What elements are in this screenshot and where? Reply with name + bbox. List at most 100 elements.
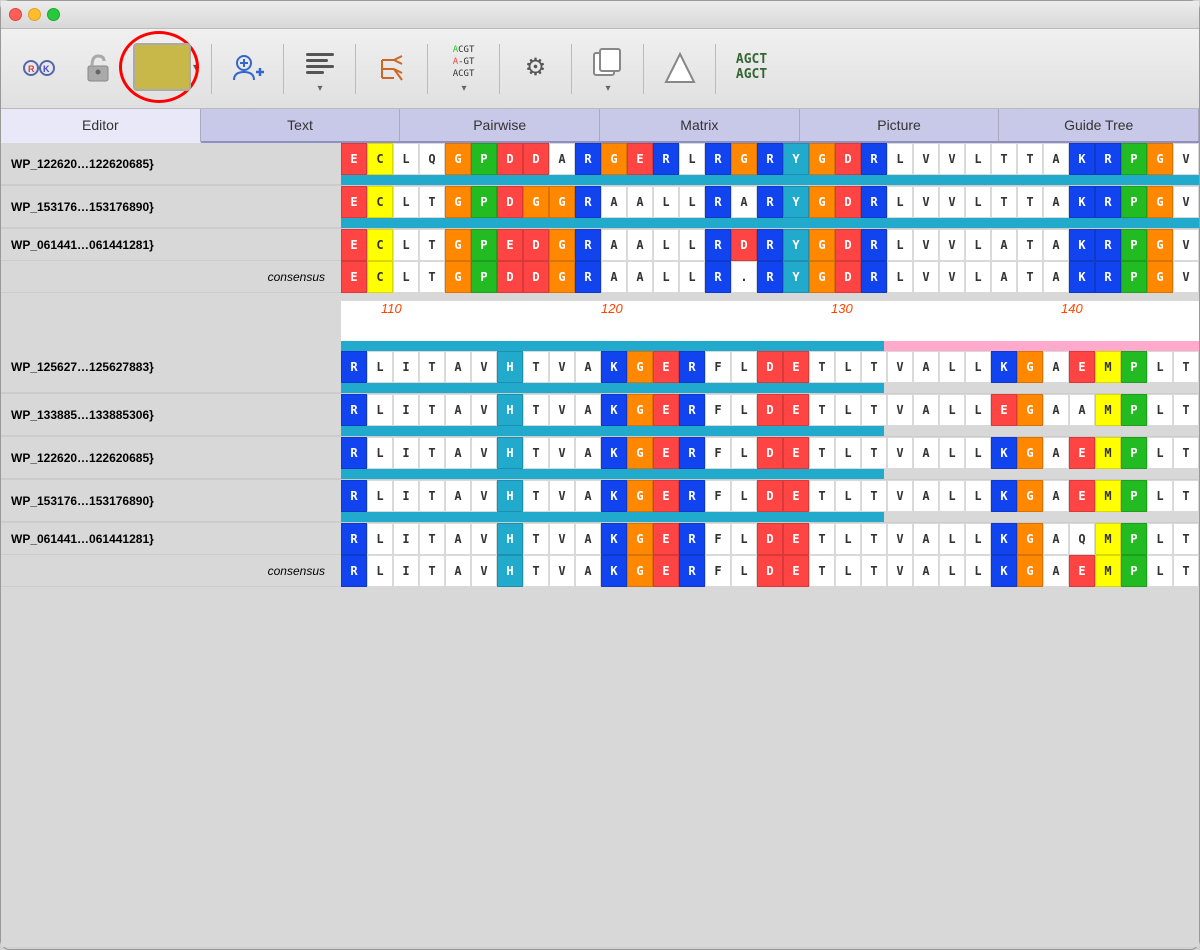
gear-icon: ⚙ bbox=[516, 48, 556, 88]
mode-button[interactable]: ▾ bbox=[129, 39, 203, 99]
pos-130: 130 bbox=[831, 301, 853, 316]
cell-A: A bbox=[1043, 186, 1069, 218]
cell-G: G bbox=[1017, 480, 1043, 512]
cell-L: L bbox=[653, 186, 679, 218]
cell-P: P bbox=[471, 186, 497, 218]
phylogeny-button[interactable] bbox=[364, 44, 419, 94]
maximize-button[interactable] bbox=[47, 8, 60, 21]
dots-button[interactable]: AGCT AGCT bbox=[724, 44, 779, 94]
cell-Q: Q bbox=[1069, 523, 1095, 555]
replica-button[interactable]: ▾ bbox=[580, 39, 635, 98]
consensus-button[interactable]: ACGT A-GT ACGT ▾ bbox=[436, 39, 491, 98]
tab-editor[interactable]: Editor bbox=[1, 109, 201, 143]
cell-T: T bbox=[809, 523, 835, 555]
cell-A: A bbox=[627, 261, 653, 293]
cells-row-1: ECLQGPDDARGERLRGRYGDRLVVLTTAKRPGVLRRAF bbox=[341, 143, 1199, 175]
cell-R: R bbox=[705, 229, 731, 261]
cell-A: A bbox=[575, 351, 601, 383]
cell-R: R bbox=[575, 186, 601, 218]
close-button[interactable] bbox=[9, 8, 22, 21]
cell-T: T bbox=[1173, 480, 1199, 512]
cell-Y: Y bbox=[783, 261, 809, 293]
cell-A: A bbox=[1043, 394, 1069, 426]
add-seqs-icon bbox=[228, 48, 268, 88]
traffic-lights bbox=[9, 8, 60, 21]
cell-R: R bbox=[341, 555, 367, 587]
mode-dropdown-arrow: ▾ bbox=[193, 60, 199, 74]
tab-picture[interactable]: Picture bbox=[800, 109, 1000, 141]
cell-R: R bbox=[1095, 261, 1121, 293]
cell-L: L bbox=[1147, 351, 1173, 383]
cell-R: R bbox=[757, 261, 783, 293]
tab-matrix[interactable]: Matrix bbox=[600, 109, 800, 141]
cell-V: V bbox=[549, 437, 575, 469]
cell-R: R bbox=[679, 480, 705, 512]
seq-label-2: WP_153176…153176890} bbox=[1, 186, 341, 228]
bar-4-top bbox=[341, 341, 1199, 351]
tab-text[interactable]: Text bbox=[201, 109, 401, 141]
cell-V: V bbox=[887, 437, 913, 469]
cell-D: D bbox=[835, 143, 861, 175]
cell-G: G bbox=[1017, 555, 1043, 587]
seq-row-1: WP_122620…122620685} ECLQGPDDARGERLRGRYG… bbox=[1, 143, 1199, 186]
cell-H: H bbox=[497, 394, 523, 426]
sep4 bbox=[427, 44, 428, 94]
cell-G: G bbox=[1017, 523, 1043, 555]
seq-row-consensus1: consensus ECLTGPDDGRAALLR.RYGDRLVVLATAKR… bbox=[1, 261, 1199, 301]
cell-R: R bbox=[575, 143, 601, 175]
cell-L: L bbox=[393, 186, 419, 218]
cell-L: L bbox=[367, 351, 393, 383]
cell-A: A bbox=[445, 480, 471, 512]
cell-G: G bbox=[809, 143, 835, 175]
cell-A: A bbox=[445, 351, 471, 383]
minimize-button[interactable] bbox=[28, 8, 41, 21]
cell-R: R bbox=[705, 261, 731, 293]
cell-I: I bbox=[393, 480, 419, 512]
cell-D: D bbox=[835, 229, 861, 261]
cell-T: T bbox=[861, 394, 887, 426]
cell-V: V bbox=[913, 143, 939, 175]
cell-A: A bbox=[1043, 261, 1069, 293]
sep3 bbox=[355, 44, 356, 94]
cell-E: E bbox=[653, 394, 679, 426]
cell-D: D bbox=[497, 261, 523, 293]
cell-T: T bbox=[1173, 351, 1199, 383]
cell-K: K bbox=[1069, 143, 1095, 175]
cell-L: L bbox=[939, 394, 965, 426]
cell-A: A bbox=[601, 261, 627, 293]
tab-pairwise[interactable]: Pairwise bbox=[400, 109, 600, 141]
cell-L: L bbox=[367, 480, 393, 512]
cell-K: K bbox=[601, 523, 627, 555]
cell-A: A bbox=[1043, 143, 1069, 175]
pos-120: 120 bbox=[601, 301, 623, 316]
cell-L: L bbox=[939, 555, 965, 587]
cell-G: G bbox=[627, 480, 653, 512]
cell-T: T bbox=[419, 555, 445, 587]
cell-R: R bbox=[341, 480, 367, 512]
cell-T: T bbox=[523, 437, 549, 469]
add-seqs-button[interactable] bbox=[220, 44, 275, 94]
blocking-button[interactable] bbox=[652, 44, 707, 94]
cell-R: R bbox=[575, 261, 601, 293]
cell-H: H bbox=[497, 480, 523, 512]
cell-I: I bbox=[393, 351, 419, 383]
mode-inner bbox=[133, 43, 191, 91]
cell-V: V bbox=[549, 351, 575, 383]
cell-D: D bbox=[731, 229, 757, 261]
cell-L: L bbox=[653, 261, 679, 293]
consensus-icon: ACGT A-GT ACGT bbox=[444, 43, 484, 83]
align-button[interactable]: ▾ bbox=[292, 39, 347, 98]
cell-K: K bbox=[1069, 186, 1095, 218]
cell-L: L bbox=[679, 186, 705, 218]
tab-guide-tree[interactable]: Guide Tree bbox=[999, 109, 1199, 141]
cell-E: E bbox=[783, 555, 809, 587]
cell-R: R bbox=[1095, 229, 1121, 261]
cell-A: A bbox=[913, 555, 939, 587]
protein-button[interactable]: R K bbox=[11, 44, 66, 94]
bar-7 bbox=[341, 512, 1199, 522]
cell-K: K bbox=[991, 555, 1017, 587]
cell-A: A bbox=[1069, 394, 1095, 426]
prefs-button[interactable]: ⚙ bbox=[508, 44, 563, 94]
cell-K: K bbox=[601, 394, 627, 426]
unlocked-button[interactable] bbox=[70, 44, 125, 94]
